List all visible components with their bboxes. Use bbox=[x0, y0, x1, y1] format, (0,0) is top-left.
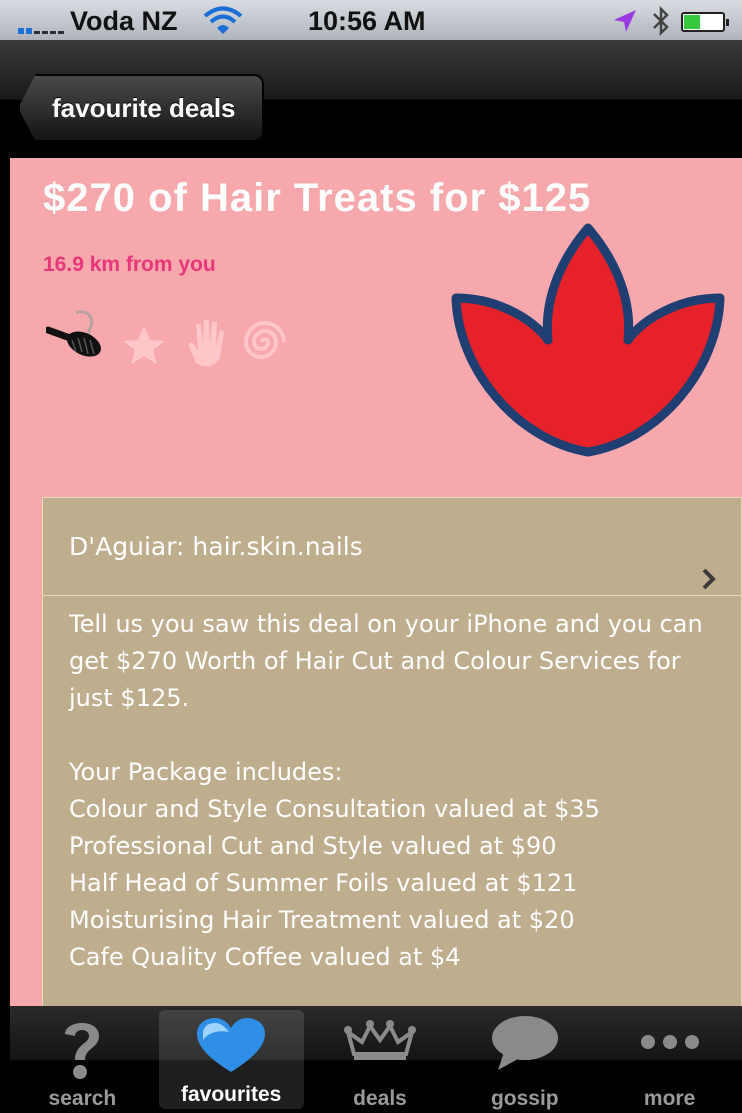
wifi-icon bbox=[203, 5, 243, 42]
tab-favourites[interactable]: favourites bbox=[158, 1010, 304, 1109]
deal-detail: $270 of Hair Treats for $125 16.9 km fro… bbox=[10, 158, 742, 1006]
deal-description: Tell us you saw this deal on your iPhone… bbox=[43, 596, 741, 976]
speech-bubble-icon bbox=[490, 1014, 560, 1077]
merchant-name: D'Aguiar: hair.skin.nails bbox=[69, 532, 363, 561]
deal-card: D'Aguiar: hair.skin.nails Tell us you sa… bbox=[42, 497, 742, 1006]
package-item: Moisturising Hair Treatment valued at $2… bbox=[69, 906, 575, 934]
description-text: Tell us you saw this deal on your iPhone… bbox=[69, 610, 703, 712]
navigation-bar: favourite deals bbox=[0, 40, 742, 158]
tab-label: favourites bbox=[181, 1083, 282, 1106]
tab-label: gossip bbox=[490, 1087, 559, 1110]
package-heading: Your Package includes: bbox=[69, 758, 343, 786]
hand-icon bbox=[188, 320, 224, 367]
tab-search[interactable]: search bbox=[10, 1006, 155, 1113]
battery-icon bbox=[681, 12, 729, 32]
question-icon bbox=[57, 1014, 107, 1087]
more-dots-icon bbox=[640, 1034, 700, 1055]
status-bar: Voda NZ 10:56 AM bbox=[0, 0, 742, 40]
heart-icon bbox=[195, 1018, 267, 1079]
deal-title: $270 of Hair Treats for $125 bbox=[43, 176, 592, 220]
signal-strength-icon bbox=[18, 28, 66, 34]
package-item: Cafe Quality Coffee valued at $4 bbox=[69, 943, 461, 971]
brush-icon bbox=[44, 310, 101, 357]
package-item: Professional Cut and Style valued at $90 bbox=[69, 832, 557, 860]
crown-icon bbox=[340, 1014, 420, 1069]
package-item: Half Head of Summer Foils valued at $121 bbox=[69, 869, 578, 897]
location-arrow-icon bbox=[612, 8, 638, 41]
category-icons bbox=[44, 308, 296, 378]
carrier-name: Voda NZ bbox=[70, 6, 178, 36]
chevron-right-icon bbox=[701, 534, 717, 632]
tab-label: deals bbox=[353, 1087, 407, 1110]
tab-label: more bbox=[643, 1087, 696, 1110]
tab-label: search bbox=[48, 1087, 117, 1110]
star-icon bbox=[123, 326, 165, 364]
tab-deals[interactable]: deals bbox=[308, 1006, 453, 1113]
spiral-icon bbox=[243, 321, 286, 359]
tab-bar: search favourites deals gossip more bbox=[10, 1006, 742, 1113]
package-item: Colour and Style Consultation valued at … bbox=[69, 795, 600, 823]
tab-gossip[interactable]: gossip bbox=[452, 1006, 597, 1113]
lotus-logo bbox=[446, 218, 730, 463]
tab-more[interactable]: more bbox=[597, 1006, 742, 1113]
distance-label: 16.9 km from you bbox=[43, 253, 216, 276]
clock: 10:56 AM bbox=[308, 6, 426, 36]
merchant-row[interactable]: D'Aguiar: hair.skin.nails bbox=[43, 498, 741, 596]
back-button[interactable]: favourite deals bbox=[18, 74, 264, 142]
bluetooth-icon bbox=[651, 5, 671, 43]
